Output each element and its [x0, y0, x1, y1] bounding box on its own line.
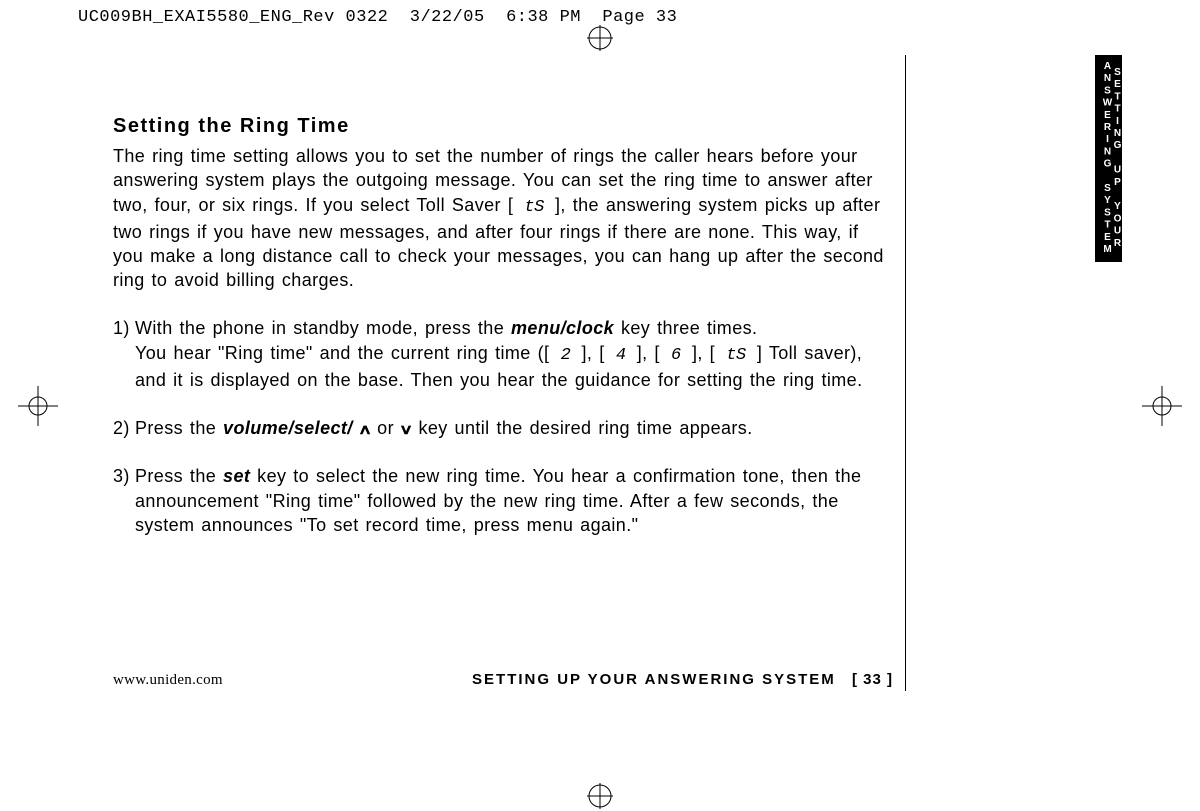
segment-6-icon: 6	[660, 346, 692, 365]
segment-2-icon: 2	[549, 346, 581, 365]
step-3-text-a: Press the	[135, 466, 223, 486]
segment-ts2-icon: tS	[715, 346, 757, 365]
section-tab-line1: SETTING UP YOUR	[1112, 61, 1122, 256]
registration-mark-right-icon	[1142, 386, 1182, 426]
volume-select-key: volume/select/	[223, 418, 353, 438]
section-tab: SETTING UP YOUR ANSWERING SYSTEM	[1095, 55, 1122, 262]
step-3-number: 3)	[113, 464, 135, 488]
step-1-number: 1)	[113, 316, 135, 340]
section-tab-line2: ANSWERING SYSTEM	[1102, 61, 1112, 256]
crop-mark-top-icon	[587, 25, 613, 51]
step-1-text-f: ], [	[692, 343, 715, 363]
segment-4-icon: 4	[605, 346, 637, 365]
step-2: 2)Press the volume/select/ ∧ or ∨ key un…	[113, 416, 893, 440]
step-2-number: 2)	[113, 416, 135, 440]
up-arrow-icon: ∧	[357, 420, 372, 439]
step-1-text-e: ], [	[637, 343, 660, 363]
down-arrow-icon: ∨	[399, 420, 414, 439]
page-footer: www.uniden.com SETTING UP YOUR ANSWERING…	[113, 671, 893, 689]
menu-clock-key: menu/clock	[511, 318, 614, 338]
step-3: 3)Press the set key to select the new ri…	[113, 464, 893, 537]
intro-paragraph: The ring time setting allows you to set …	[113, 144, 893, 292]
step-2-text-a: Press the	[135, 418, 223, 438]
footer-url: www.uniden.com	[113, 672, 223, 689]
set-key: set	[223, 466, 250, 486]
column-divider	[905, 55, 906, 691]
step-1: 1)With the phone in standby mode, press …	[113, 316, 893, 392]
section-title: Setting the Ring Time	[113, 115, 893, 138]
page-content: Setting the Ring Time The ring time sett…	[113, 115, 893, 561]
step-1-text-b: key three times.	[614, 318, 757, 338]
crop-mark-bottom-icon	[587, 783, 613, 809]
step-1-text-d: ], [	[582, 343, 605, 363]
step-2-text-b: or	[370, 418, 401, 438]
step-2-text-c: key until the desired ring time appears.	[412, 418, 753, 438]
step-1-text-c: You hear "Ring time" and the current rin…	[135, 343, 549, 363]
step-1-text-a: With the phone in standby mode, press th…	[135, 318, 511, 338]
footer-section-name: SETTING UP YOUR ANSWERING SYSTEM	[472, 671, 836, 688]
registration-mark-left-icon	[18, 386, 58, 426]
footer-page-number: [ 33 ]	[852, 671, 893, 688]
segment-ts-icon: tS	[513, 198, 555, 217]
